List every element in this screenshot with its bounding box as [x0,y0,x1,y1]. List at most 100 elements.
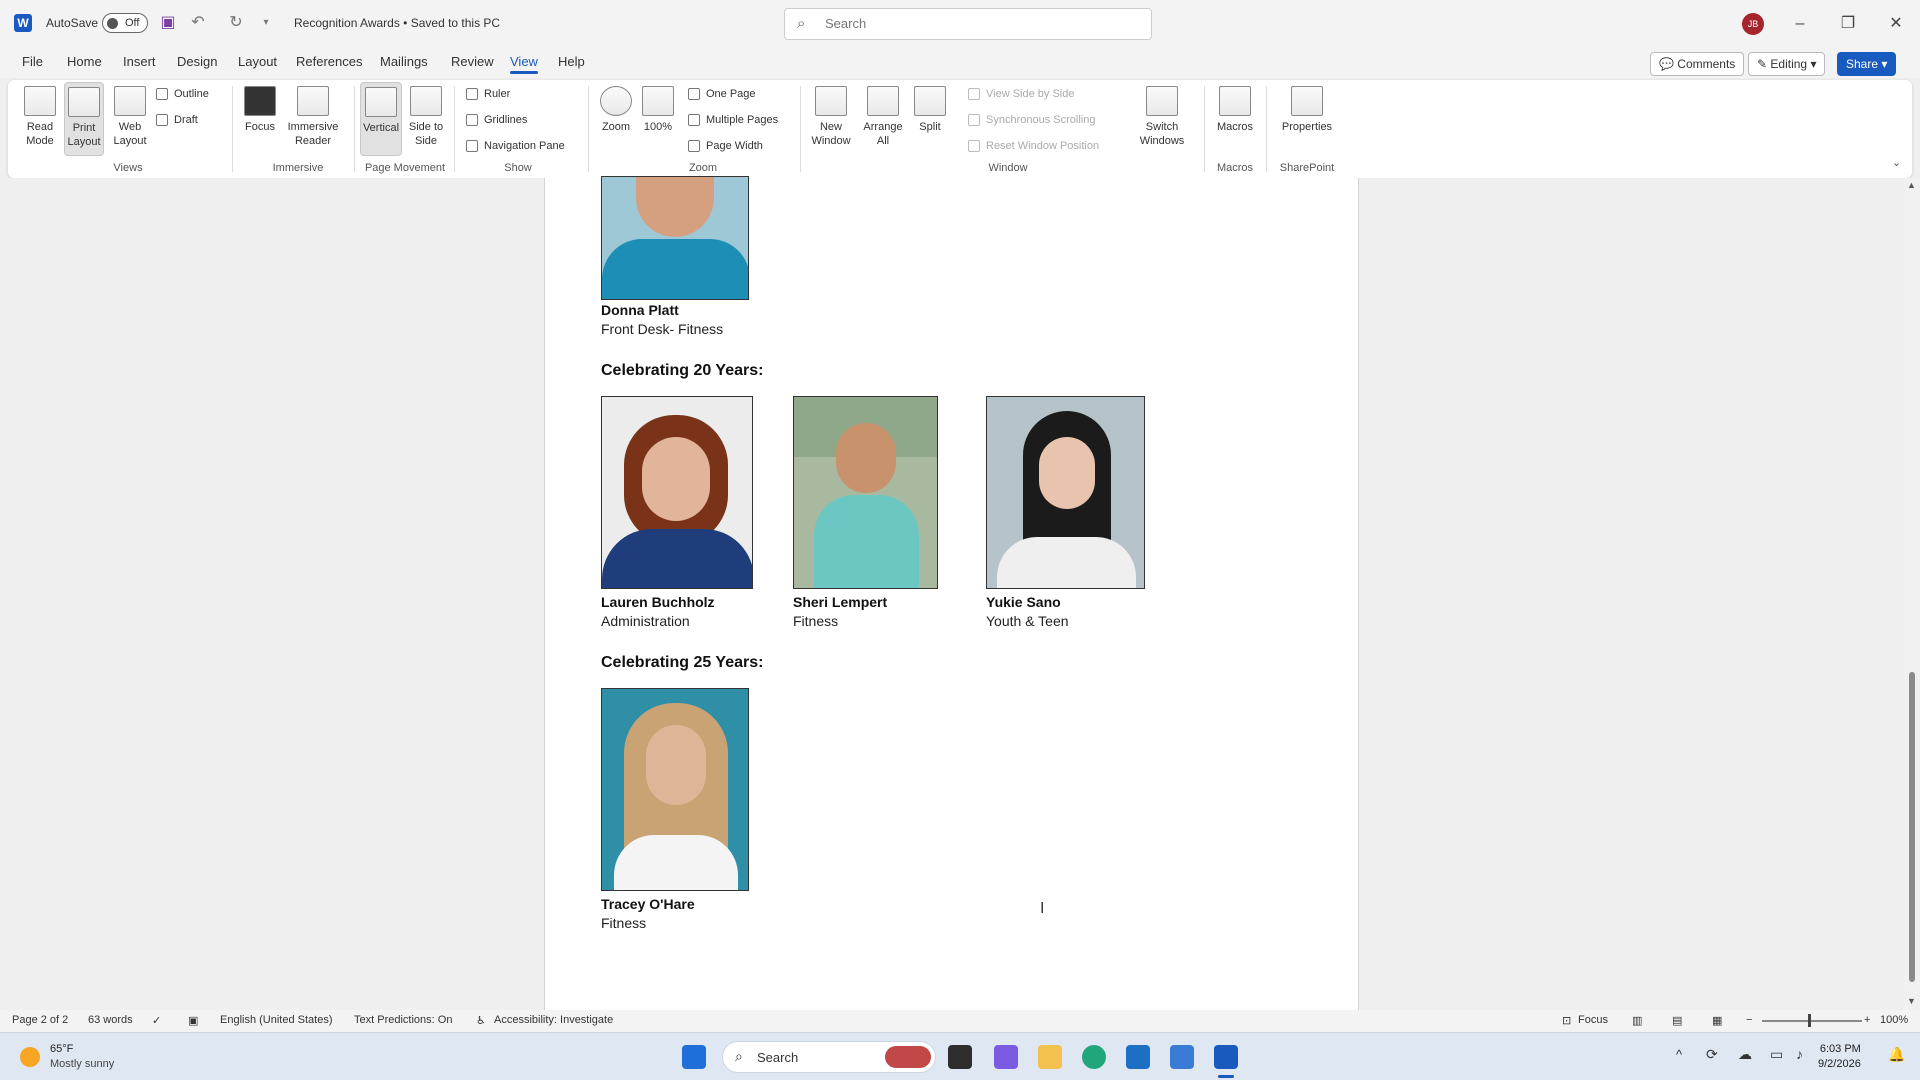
gridlines-checkbox[interactable]: Gridlines [466,114,527,126]
zoom-slider-handle[interactable] [1808,1014,1811,1027]
print-layout-icon[interactable]: ▤ [1672,1014,1682,1027]
tab-home[interactable]: Home [67,54,102,69]
word-count[interactable]: 63 words [88,1014,133,1026]
side-to-side-button[interactable]: Side to Side [406,86,446,148]
switch-windows-button[interactable]: Switch Windows [1132,86,1192,148]
zoom-group-label: Zoom [688,162,718,174]
multiple-pages-button[interactable]: Multiple Pages [688,114,778,126]
autosave-toggle[interactable]: Off [102,13,148,33]
accessibility-indicator[interactable]: Accessibility: Investigate [494,1014,613,1026]
start-icon[interactable] [682,1045,706,1069]
text-predictions-indicator[interactable]: Text Predictions: On [354,1014,452,1026]
search-input[interactable] [825,16,1125,31]
title-search-box[interactable]: ⌕ [784,8,1152,40]
outline-button[interactable]: Outline [156,88,209,100]
tab-help[interactable]: Help [558,54,585,69]
zoom-button[interactable]: Zoom [596,86,636,134]
navigation-pane-checkbox[interactable]: Navigation Pane [466,140,565,152]
vertical-icon [365,87,397,117]
view-side-by-side-button[interactable]: View Side by Side [968,88,1074,100]
customize-qat-icon[interactable]: ▾ [256,13,276,33]
print-layout-button[interactable]: Print Layout [64,82,104,156]
page-width-button[interactable]: Page Width [688,140,763,152]
clock[interactable]: 6:03 PM 9/2/2026 [1818,1042,1861,1072]
tab-review[interactable]: Review [451,54,494,69]
save-icon[interactable]: ▣ [158,13,178,33]
network-icon[interactable]: ▭ [1770,1046,1783,1063]
reset-window-position-button[interactable]: Reset Window Position [968,140,1099,152]
web-layout-icon[interactable]: ▦ [1712,1014,1722,1027]
macros-button[interactable]: Macros [1212,86,1258,134]
word-taskbar-icon[interactable] [1214,1045,1238,1069]
avatar[interactable]: JB [1742,13,1764,35]
close-icon[interactable]: ✕ [1881,10,1911,38]
focus-button[interactable]: Focus [240,86,280,134]
vertical-button[interactable]: Vertical [360,82,402,156]
tab-design[interactable]: Design [177,54,217,69]
immersive-reader-button[interactable]: Immersive Reader [284,86,342,148]
cloud-off-icon[interactable]: ☁ [1738,1046,1752,1063]
notification-bell-icon[interactable]: 🔔 [1888,1046,1905,1063]
outlook-icon[interactable] [1170,1045,1194,1069]
draft-button[interactable]: Draft [156,114,198,126]
navigation-pane-box [466,140,478,152]
read-mode-button[interactable]: Read Mode [20,86,60,148]
arrange-all-button[interactable]: Arrange All [860,86,906,148]
minimize-icon[interactable]: – [1785,10,1815,38]
tab-mailings[interactable]: Mailings [380,54,428,69]
tab-file[interactable]: File [22,54,43,69]
scroll-thumb[interactable] [1909,672,1915,982]
show-hidden-icons-icon[interactable]: ^ [1676,1047,1682,1062]
document-page[interactable]: Donna Platt Front Desk- Fitness Celebrat… [544,176,1359,1010]
file-explorer-icon[interactable] [1038,1045,1062,1069]
tab-layout[interactable]: Layout [238,54,277,69]
undo-icon[interactable]: ↶ [188,13,208,33]
properties-button[interactable]: Properties [1274,86,1340,134]
collapse-ribbon-icon[interactable]: ⌄ [1892,156,1901,169]
scroll-down-icon[interactable]: ▼ [1907,996,1916,1006]
split-button[interactable]: Split [910,86,950,134]
restore-icon[interactable]: ❐ [1833,10,1863,38]
proofing-icon[interactable]: ✓ [152,1014,161,1027]
zoom-out-icon[interactable]: − [1746,1014,1752,1026]
language-indicator[interactable]: English (United States) [220,1014,333,1026]
share-button[interactable]: Share ▾ [1837,52,1897,76]
face-shape [642,437,710,521]
taskbar-search[interactable]: ⌕ Search [722,1041,936,1073]
page-count[interactable]: Page 2 of 2 [12,1014,68,1026]
tab-insert[interactable]: Insert [123,54,156,69]
zoom-100-button[interactable]: 100% [640,86,676,134]
copilot-icon[interactable] [994,1045,1018,1069]
macro-recording-icon[interactable]: ▣ [188,1014,198,1027]
sync-icon[interactable]: ⟳ [1706,1046,1718,1063]
zoom-slider[interactable] [1762,1020,1862,1022]
redo-icon[interactable]: ↻ [226,13,246,33]
print-layout-icon [68,87,100,117]
zoom-level[interactable]: 100% [1880,1014,1908,1026]
task-view-icon[interactable] [948,1045,972,1069]
store-icon[interactable] [1126,1045,1150,1069]
web-layout-button[interactable]: Web Layout [110,86,150,148]
one-page-button[interactable]: One Page [688,88,756,100]
volume-icon[interactable]: ♪ [1796,1046,1803,1062]
tab-references[interactable]: References [296,54,362,69]
reset-window-icon [968,140,980,152]
edge-icon[interactable] [1082,1045,1106,1069]
vertical-scrollbar[interactable]: ▲ ▼ [1904,178,1920,1010]
editing-mode-button[interactable]: ✎ Editing ▾ [1748,52,1826,76]
tab-view[interactable]: View [510,54,538,74]
show-group-label: Show [504,162,532,174]
synchronous-scrolling-button[interactable]: Synchronous Scrolling [968,114,1095,126]
comments-button[interactable]: 💬 Comments [1650,52,1745,76]
person-name: Lauren Buchholz [601,594,715,610]
ruler-checkbox[interactable]: Ruler [466,88,510,100]
autosave-label: AutoSave [46,16,99,30]
photo-tracey-ohare [601,688,749,891]
read-mode-icon[interactable]: ▥ [1632,1014,1642,1027]
new-window-button[interactable]: New Window [808,86,854,148]
scroll-up-icon[interactable]: ▲ [1907,180,1916,190]
focus-mode-button[interactable]: Focus [1578,1014,1608,1026]
document-title[interactable]: Recognition Awards • Saved to this PC [294,16,500,30]
person-dept: Youth & Teen [986,613,1069,629]
zoom-in-icon[interactable]: + [1864,1014,1870,1026]
